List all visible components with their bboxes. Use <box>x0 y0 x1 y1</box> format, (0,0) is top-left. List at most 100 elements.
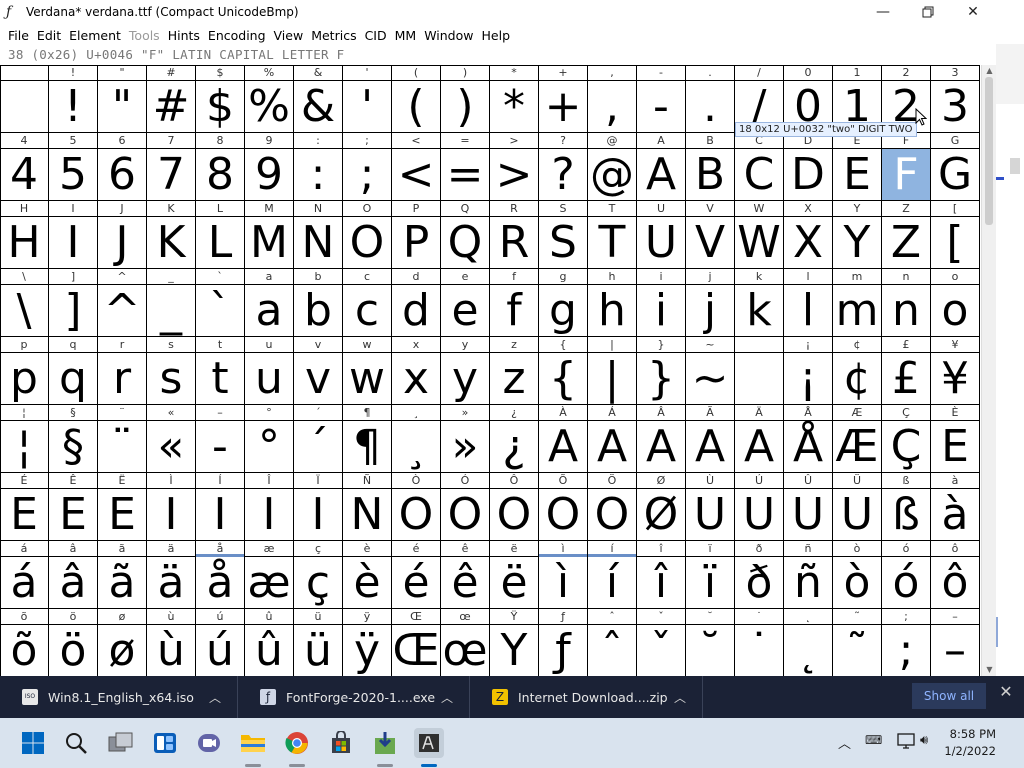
glyph-cell[interactable]: XX <box>784 201 833 269</box>
glyph-cell[interactable]: NN <box>294 201 343 269</box>
glyph-cell[interactable]: %% <box>245 65 294 133</box>
minimize-button[interactable]: — <box>860 0 906 24</box>
glyph-cell[interactable]: > > <box>490 133 539 201</box>
menu-cid[interactable]: CID <box>361 28 391 43</box>
glyph-cell[interactable]: gg <box>539 269 588 337</box>
glyph-cell[interactable]: ˆˆ <box>588 609 637 676</box>
chrome-button[interactable] <box>282 728 312 758</box>
glyph-cell[interactable]: àà <box>931 473 980 541</box>
glyph-cell[interactable]: ¡ ¡ <box>784 337 833 405</box>
menu-edit[interactable]: Edit <box>33 28 65 43</box>
glyph-cell[interactable]: èè <box>343 541 392 609</box>
glyph-cell[interactable]: – – <box>931 609 980 676</box>
menu-mm[interactable]: MM <box>391 28 421 43</box>
glyph-cell[interactable]: 88 <box>196 133 245 201</box>
menu-hints[interactable]: Hints <box>164 28 204 43</box>
notification-bar-close-button[interactable]: ✕ <box>996 682 1016 702</box>
glyph-cell[interactable]: vv <box>294 337 343 405</box>
keyboard-icon[interactable]: ⌨ <box>865 733 882 747</box>
glyph-cell[interactable]: øø <box>98 609 147 676</box>
glyph-cell[interactable]: ãã <box>98 541 147 609</box>
glyph-cell[interactable]: ÜU <box>833 473 882 541</box>
search-button[interactable] <box>61 728 91 758</box>
glyph-cell[interactable]: ˛ ˛ <box>784 609 833 676</box>
glyph-cell[interactable]: ÎI <box>245 473 294 541</box>
chevron-up-icon[interactable]: ︿ <box>441 689 453 706</box>
glyph-cell[interactable]: !! <box>49 65 98 133</box>
glyph-cell[interactable]: ÀA <box>539 405 588 473</box>
glyph-cell[interactable]: dd <box>392 269 441 337</box>
glyph-cell[interactable]: »» <box>441 405 490 473</box>
glyph-cell[interactable]: II <box>49 201 98 269</box>
glyph-cell[interactable]: zz <box>490 337 539 405</box>
glyph-cell[interactable]: AA <box>637 133 686 201</box>
glyph-cell[interactable]: DD <box>784 133 833 201</box>
glyph-cell[interactable]: (( <box>392 65 441 133</box>
glyph-cell[interactable]: rr <box>98 337 147 405</box>
maximize-button[interactable] <box>905 0 951 24</box>
start-button[interactable] <box>18 728 48 758</box>
glyph-cell[interactable]: œœ <box>441 609 490 676</box>
display-icon[interactable] <box>897 733 915 753</box>
glyph-cell[interactable]: .. <box>686 65 735 133</box>
glyph-cell[interactable]: 77 <box>147 133 196 201</box>
glyph-cell[interactable]: < < <box>392 133 441 201</box>
glyph-cell[interactable]: FF <box>882 133 931 201</box>
glyph-cell[interactable]: ˇˇ <box>637 609 686 676</box>
vertical-scrollbar[interactable]: ▲ ▼ <box>981 65 996 676</box>
glyph-cell[interactable]: ˘ ˘ <box>686 609 735 676</box>
menu-metrics[interactable]: Metrics <box>307 28 360 43</box>
glyph-cell[interactable]: @ @ <box>588 133 637 201</box>
fontforge-app-icon[interactable]: ƒ <box>6 5 20 19</box>
glyph-cell[interactable]: ââ <box>49 541 98 609</box>
glyph-cell[interactable]: çç <box>294 541 343 609</box>
glyph-cell[interactable]: ÍI <box>196 473 245 541</box>
glyph-cell[interactable]: -- <box>637 65 686 133</box>
glyph-cell[interactable]: $ $ <box>196 65 245 133</box>
glyph-cell[interactable]: ÅÅ <box>784 405 833 473</box>
glyph-cell[interactable]: {{ <box>539 337 588 405</box>
glyph-cell[interactable]: òò <box>833 541 882 609</box>
download-item[interactable]: Z Internet Download....zip ︿ <box>470 676 703 718</box>
glyph-cell[interactable]: KK <box>147 201 196 269</box>
glyph-cell[interactable]: ˙ ˙ <box>735 609 784 676</box>
glyph-cell[interactable]: ÒO <box>392 473 441 541</box>
glyph-cell[interactable]: bb <box>294 269 343 337</box>
glyph-cell[interactable]: íí <box>588 541 637 609</box>
glyph-cell[interactable]: ää <box>147 541 196 609</box>
glyph-cell[interactable]: ôô <box>931 541 980 609</box>
glyph-cell[interactable]: :: <box>294 133 343 201</box>
glyph-cell[interactable]: nn <box>882 269 931 337</box>
glyph-cell[interactable]: * * <box>490 65 539 133</box>
menu-view[interactable]: View <box>270 28 308 43</box>
glyph-cell[interactable]: EE <box>833 133 882 201</box>
tray-chevron-up-icon[interactable]: ︿ <box>838 733 851 752</box>
glyph-cell[interactable]: îî <box>637 541 686 609</box>
glyph-cell[interactable]: " " <box>98 65 147 133</box>
glyph-cell[interactable]: ¥ ¥ <box>931 337 980 405</box>
glyph-cell[interactable]: kk <box>735 269 784 337</box>
clock[interactable]: 8:58 PM 1/2/2022 <box>940 726 996 760</box>
glyph-cell[interactable]: # # <box>147 65 196 133</box>
glyph-cell[interactable]: ÙU <box>686 473 735 541</box>
glyph-cell[interactable]: ÈE <box>931 405 980 473</box>
glyph-cell[interactable]: + + <box>539 65 588 133</box>
glyph-cell[interactable]: êê <box>441 541 490 609</box>
menu-help[interactable]: Help <box>478 28 515 43</box>
glyph-cell[interactable]: ßß <box>882 473 931 541</box>
glyph-cell[interactable]: ÑN <box>343 473 392 541</box>
glyph-cell[interactable]: | | <box>588 337 637 405</box>
glyph-cell[interactable]: RR <box>490 201 539 269</box>
glyph-cell[interactable]: ïï <box>686 541 735 609</box>
glyph-cell[interactable]: QQ <box>441 201 490 269</box>
glyph-cell[interactable]: = = <box>441 133 490 201</box>
glyph-cell[interactable]: & & <box>294 65 343 133</box>
glyph-cell[interactable]: ìì <box>539 541 588 609</box>
glyph-cell[interactable]: WW <box>735 201 784 269</box>
glyph-cell[interactable]: ¢ ¢ <box>833 337 882 405</box>
download-manager-button[interactable] <box>370 728 400 758</box>
glyph-cell[interactable]: ÔO <box>490 473 539 541</box>
glyph-cell[interactable] <box>735 337 784 405</box>
glyph-cell[interactable]: hh <box>588 269 637 337</box>
glyph-cell[interactable]: ÿÿ <box>343 609 392 676</box>
